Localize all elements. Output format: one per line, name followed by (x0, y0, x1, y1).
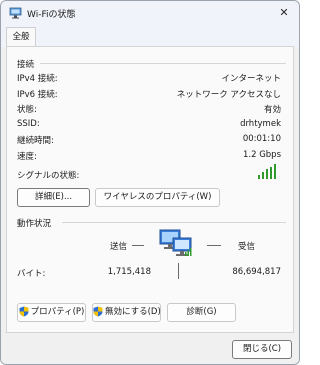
ipv4-label: IPv4 接続: (17, 74, 58, 84)
speed-label: 速度: (17, 152, 37, 162)
bytes-received-value: 86,694,817 (232, 267, 281, 277)
sent-line (132, 245, 144, 246)
ipv4-value: インターネット (221, 74, 281, 84)
network-adapter-icon (9, 7, 22, 19)
signal-strength-icon (258, 164, 280, 179)
ssid-value: drhtymek (240, 119, 281, 129)
signal-quality-label: シグナルの状態: (17, 171, 80, 181)
diagnose-button[interactable]: 診断(G) (167, 303, 236, 322)
sent-label: 送信 (110, 242, 128, 252)
disable-button[interactable]: 無効にする(D) (92, 303, 161, 322)
ssid-label: SSID: (17, 119, 40, 129)
details-button[interactable]: 詳細(E)... (17, 188, 90, 207)
received-label: 受信 (238, 242, 256, 252)
shield-icon (19, 306, 29, 317)
dialog-footer: 閉じる(C) (1, 333, 299, 364)
close-icon[interactable]: ✕ (269, 1, 299, 25)
ipv6-label: IPv6 接続: (17, 90, 58, 100)
general-panel: 接続 IPv4 接続: インターネット IPv6 接続: ネットワーク アクセス… (6, 46, 294, 333)
bytes-sent-value: 1,715,418 (107, 267, 151, 277)
received-line (207, 245, 221, 246)
window-title: Wi-Fiの状態 (27, 10, 76, 20)
network-computers-icon (159, 229, 192, 256)
status-value: 有効 (263, 105, 281, 115)
title-bar: Wi-Fiの状態 ✕ (1, 1, 299, 25)
shield-icon (93, 306, 103, 317)
ipv6-value: ネットワーク アクセスなし (176, 90, 281, 100)
disable-button-label: 無効にする(D) (105, 307, 161, 317)
status-label: 状態: (17, 105, 37, 115)
tab-strip: 全般 (1, 25, 299, 48)
tab-general[interactable]: 全般 (6, 27, 36, 48)
connection-header: 接続 (17, 60, 35, 70)
properties-button-label: プロパティ(P) (30, 307, 85, 317)
duration-label: 継続時間: (17, 136, 54, 146)
wireless-properties-button[interactable]: ワイヤレスのプロパティ(W) (95, 188, 220, 207)
bytes-label: バイト: (17, 269, 46, 279)
wifi-status-window: Wi-Fiの状態 ✕ 全般 接続 IPv4 接続: インターネット IPv6 接… (0, 0, 300, 365)
section-divider (40, 63, 286, 64)
bytes-divider (178, 263, 179, 279)
activity-header: 動作状況 (17, 219, 52, 229)
properties-button[interactable]: プロパティ(P) (17, 303, 86, 322)
speed-value: 1.2 Gbps (242, 150, 281, 160)
section-divider (62, 222, 286, 223)
close-button[interactable]: 閉じる(C) (232, 340, 292, 359)
duration-value: 00:01:10 (242, 134, 281, 144)
